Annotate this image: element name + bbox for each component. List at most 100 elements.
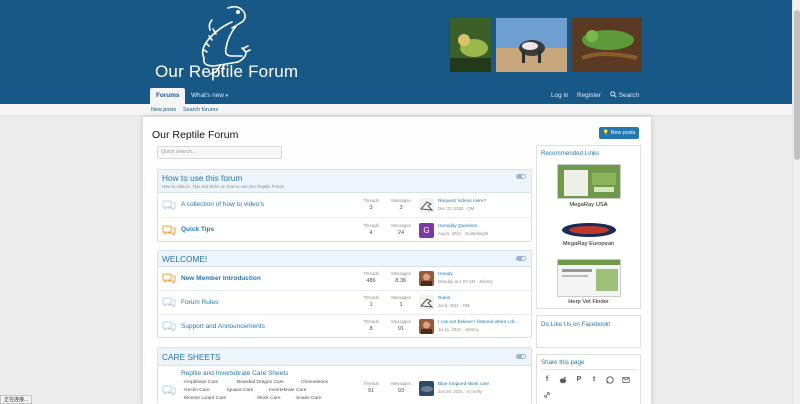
messages-label: Messages — [391, 381, 411, 386]
last-post-title[interactable]: Howdy — [438, 272, 453, 277]
subforum-label: Iguana Care — [227, 388, 254, 393]
avatar[interactable] — [419, 381, 434, 396]
avatar[interactable] — [419, 295, 434, 310]
forum-read-icon — [162, 321, 176, 332]
forum-title[interactable]: Reptile and Invertebrate Care Sheets — [181, 370, 288, 377]
search-link[interactable]: Search — [610, 88, 639, 104]
subforum-link[interactable]: ▫ Invertebrate Care — [266, 388, 306, 393]
collapse-toggle[interactable] — [516, 256, 526, 261]
last-post-meta: Jun 26, 2021 · AJ Kelly — [438, 389, 482, 394]
new-posts-button-label: New posts — [610, 130, 636, 136]
subforum-link[interactable]: ▫ Skink Care — [254, 396, 281, 401]
subforum-link[interactable]: ▫ Chameleons — [298, 380, 328, 385]
avatar[interactable] — [419, 198, 434, 213]
last-post-title[interactable]: Blue tongued skink care — [438, 382, 489, 387]
link-icon[interactable] — [543, 391, 551, 399]
subforum-link[interactable]: ▫ Monitor Lizard Care — [181, 396, 226, 401]
category-title[interactable]: How to use this forum — [162, 173, 242, 183]
last-post-title[interactable]: Humidity Question — [438, 224, 477, 229]
forum-node: A collection of how to video's Threads 3… — [158, 193, 531, 218]
tab-whats-new[interactable]: What's new ▾ — [191, 88, 228, 104]
link-caption[interactable]: MegaRay USA — [537, 202, 640, 208]
messages-label: Messages — [391, 295, 411, 300]
collapse-toggle[interactable] — [516, 354, 526, 359]
messages-count: 91 — [397, 326, 405, 332]
quick-search-input[interactable]: Quick search... — [157, 146, 282, 159]
avatar[interactable]: G — [419, 223, 434, 238]
widget-title: Share this page — [541, 359, 585, 366]
search-link-label: Search — [618, 92, 640, 99]
megaray-usa-image[interactable] — [557, 164, 621, 199]
subforum-label: Gecko Care — [184, 388, 210, 393]
threads-count: 8 — [369, 326, 373, 332]
site-header: Our Reptile Forum Forums What's new ▾ Lo… — [0, 0, 800, 104]
threads-count: 3 — [369, 205, 373, 211]
forum-title[interactable]: Support and Announcements — [181, 323, 265, 330]
sub-navigation: New posts Search forums — [0, 104, 800, 116]
subforum-link[interactable]: ▫ Amphibian Care — [181, 380, 218, 385]
subforum-link[interactable]: ▫ Bearded Dragon Care — [234, 380, 284, 385]
facebook-widget: Do Like Us on Facebook! — [536, 315, 641, 348]
subforum-label: Invertebrate Care — [269, 388, 307, 393]
forum-title[interactable]: A collection of how to video's — [181, 201, 264, 208]
scrollbar-thumb[interactable] — [794, 10, 800, 160]
email-icon[interactable] — [622, 376, 630, 384]
login-link[interactable]: Log in — [551, 88, 568, 104]
subforum-link[interactable]: ▫ Gecko Care — [181, 388, 210, 393]
search-icon — [610, 91, 617, 98]
site-title[interactable]: Our Reptile Forum — [155, 62, 298, 82]
collapse-toggle[interactable] — [516, 174, 526, 179]
lightbulb-icon: 💡 — [602, 130, 610, 136]
messages-count: 93 — [397, 388, 405, 394]
herp-vet-finder-image[interactable] — [557, 259, 621, 297]
tumblr-icon[interactable]: t — [590, 376, 598, 384]
link-caption[interactable]: MegaRay European — [537, 241, 640, 247]
page-scrollbar[interactable] — [792, 0, 800, 404]
last-post-title[interactable]: Rules — [438, 296, 450, 301]
avatar[interactable] — [419, 319, 434, 334]
whatsapp-icon[interactable] — [606, 376, 614, 384]
banner-image-1 — [450, 18, 491, 72]
forum-node: Quick Tips Threads 4 Messages 24 G Humid… — [158, 218, 531, 243]
messages-count: 1 — [399, 302, 403, 308]
threads-count: 91 — [367, 388, 375, 394]
reddit-icon[interactable] — [559, 376, 567, 384]
search-forums-link[interactable]: Search forums — [183, 104, 218, 116]
category-title[interactable]: CARE SHEETS — [162, 352, 221, 362]
new-posts-button[interactable]: 💡 New posts — [599, 127, 639, 139]
pinterest-icon[interactable]: P — [575, 376, 583, 384]
tab-forums[interactable]: Forums — [150, 88, 186, 104]
forum-title[interactable]: Quick Tips — [181, 226, 214, 233]
page-title: Our Reptile Forum — [152, 129, 239, 141]
new-posts-link[interactable]: New posts — [151, 104, 176, 116]
forum-node: Forum Rules Threads 1 Messages 1 Rules J… — [158, 291, 531, 315]
last-post-meta: Monday at 1:07 AM · Johnny — [438, 279, 493, 284]
threads-count: 1 — [369, 302, 373, 308]
subforum-label: Amphibian Care — [183, 380, 219, 385]
register-link[interactable]: Register — [577, 88, 601, 104]
subforum-icon: ▫ — [293, 396, 295, 401]
subforum-link[interactable]: ▫ Iguana Care — [224, 388, 253, 393]
chevron-down-icon[interactable]: ▾ — [226, 93, 229, 99]
avatar[interactable] — [419, 271, 434, 286]
megaray-european-image[interactable] — [560, 222, 618, 238]
messages-label: Messages — [391, 271, 411, 276]
threads-label: Threads — [363, 198, 379, 203]
browser-status-bar: 正在连接... — [0, 395, 33, 404]
forum-unread-icon — [162, 225, 176, 236]
forum-title[interactable]: Forum Rules — [181, 299, 218, 306]
subforum-link[interactable]: ▫ Snake Care — [293, 396, 321, 401]
last-post-title[interactable]: I can not believe I listened when I di..… — [438, 320, 518, 325]
threads-label: Threads — [363, 271, 379, 276]
category-description: How to video's, Tips and tricks on how t… — [162, 184, 285, 189]
forum-title[interactable]: New Member Introduction — [181, 275, 261, 282]
subforum-icon: ▫ — [224, 388, 226, 393]
subforum-label: Monitor Lizard Care — [184, 396, 227, 401]
link-caption[interactable]: Herp Vet Finder — [537, 299, 640, 305]
last-post-title[interactable]: Request Videos Here? — [438, 199, 486, 204]
subforum-icon: ▫ — [181, 396, 183, 401]
forum-read-icon — [162, 200, 176, 211]
facebook-icon[interactable]: f — [543, 376, 551, 384]
category-title[interactable]: WELCOME! — [162, 254, 207, 264]
banner-image-2 — [496, 18, 567, 72]
